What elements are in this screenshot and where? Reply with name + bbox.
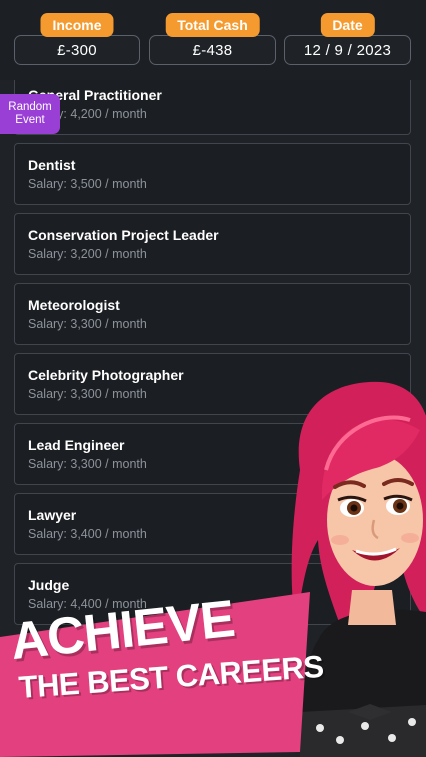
career-title: Judge xyxy=(28,577,70,593)
career-salary: Salary: 3,300 / month xyxy=(28,457,147,471)
career-card-general-practitioner[interactable]: General Practitioner Salary: 4,200 / mon… xyxy=(14,73,411,135)
career-title: Lawyer xyxy=(28,507,77,523)
career-list: General Practitioner Salary: 4,200 / mon… xyxy=(0,0,426,757)
career-salary: Salary: 3,400 / month xyxy=(28,527,147,541)
career-salary: Salary: 3,200 / month xyxy=(28,247,147,261)
career-salary: Salary: 3,300 / month xyxy=(28,387,147,401)
career-title: Conservation Project Leader xyxy=(28,227,219,243)
career-title: Celebrity Photographer xyxy=(28,367,184,383)
random-event-button[interactable]: Random Event xyxy=(0,94,60,134)
random-event-label-line1: Random xyxy=(8,101,52,113)
career-card-dentist[interactable]: Dentist Salary: 3,500 / month xyxy=(14,143,411,205)
total-cash-label: Total Cash xyxy=(165,13,260,37)
career-card-lawyer[interactable]: Lawyer Salary: 3,400 / month xyxy=(14,493,411,555)
career-salary: Salary: 3,300 / month xyxy=(28,317,147,331)
career-card-conservation-project-leader[interactable]: Conservation Project Leader Salary: 3,20… xyxy=(14,213,411,275)
income-stat: £-300 Income xyxy=(14,13,140,65)
career-title: Lead Engineer xyxy=(28,437,125,453)
career-card-meteorologist[interactable]: Meteorologist Salary: 3,300 / month xyxy=(14,283,411,345)
career-card-celebrity-photographer[interactable]: Celebrity Photographer Salary: 3,300 / m… xyxy=(14,353,411,415)
income-label: Income xyxy=(40,13,114,37)
income-value: £-300 xyxy=(14,35,140,65)
total-cash-value: £-438 xyxy=(149,35,276,65)
date-value: 12 / 9 / 2023 xyxy=(284,35,411,65)
date-stat: 12 / 9 / 2023 Date xyxy=(284,13,411,65)
stats-bar: £-300 Income £-438 Total Cash 12 / 9 / 2… xyxy=(0,0,426,80)
career-title: Dentist xyxy=(28,157,76,173)
career-card-lead-engineer[interactable]: Lead Engineer Salary: 3,300 / month xyxy=(14,423,411,485)
career-title: Meteorologist xyxy=(28,297,120,313)
date-label: Date xyxy=(320,13,375,37)
career-salary: Salary: 3,500 / month xyxy=(28,177,147,191)
career-card-judge[interactable]: Judge Salary: 4,400 / month xyxy=(14,563,411,625)
random-event-label-line2: Event xyxy=(15,114,45,126)
career-salary: Salary: 4,400 / month xyxy=(28,597,147,611)
total-cash-stat: £-438 Total Cash xyxy=(149,13,276,65)
